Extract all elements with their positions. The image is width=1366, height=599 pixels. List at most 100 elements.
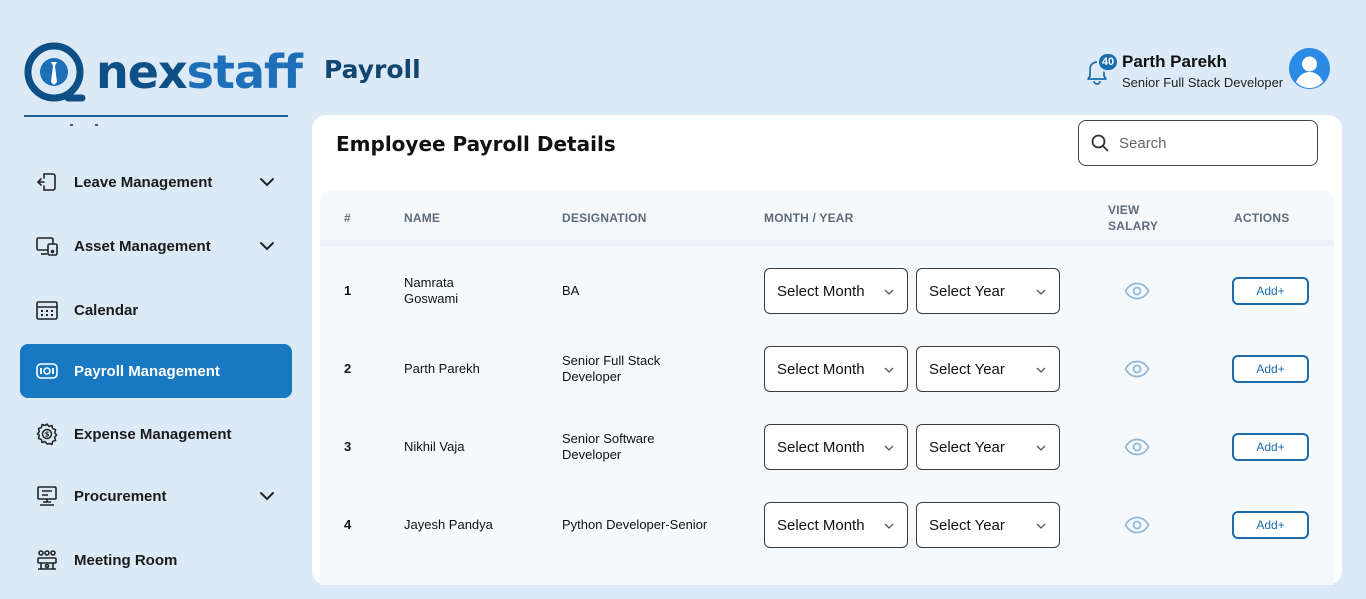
add-button[interactable]: Add+ — [1232, 277, 1309, 305]
user-name: Parth Parekh — [1122, 52, 1227, 71]
column-header-name: NAME — [404, 211, 441, 225]
year-select-value: Select Year — [929, 438, 1005, 456]
column-header-month-year: MONTH / YEAR — [764, 211, 854, 225]
chevron-down-icon — [1036, 445, 1046, 451]
chevron-down-icon[interactable] — [258, 237, 276, 255]
chevron-down-icon — [884, 367, 894, 373]
designation-line2: Developer — [562, 447, 622, 462]
view-salary-eye-icon[interactable] — [1124, 282, 1150, 300]
chevron-down-icon[interactable] — [258, 173, 276, 191]
year-select-value: Select Year — [929, 516, 1005, 534]
year-select-value: Select Year — [929, 282, 1005, 300]
add-button[interactable]: Add+ — [1232, 511, 1309, 539]
sidebar-item-label: Procurement — [74, 487, 167, 505]
year-select-value: Select Year — [929, 360, 1005, 378]
sidebar-item-label: Meeting Room — [74, 551, 178, 569]
add-button[interactable]: Add+ — [1232, 355, 1309, 383]
chevron-down-icon — [884, 445, 894, 451]
sidebar-item-procurement[interactable]: Procurement — [20, 469, 292, 523]
sidebar-item-calendar[interactable]: Calendar — [20, 283, 292, 337]
sidebar-item-asset-management[interactable]: Asset Management — [20, 219, 292, 273]
month-select-value: Select Month — [777, 282, 865, 300]
table-header: # NAME DESIGNATION MONTH / YEAR VIEW SAL… — [320, 190, 1334, 246]
row-index: 4 — [344, 517, 352, 532]
designation: BA — [562, 283, 580, 298]
row-index: 2 — [344, 361, 352, 376]
table-row: 1 Namrata Goswami BA Select Month Select… — [320, 252, 1334, 330]
user-role: Senior Full Stack Developer — [1122, 75, 1284, 90]
month-select[interactable]: Select Month — [764, 346, 908, 392]
column-header-designation: DESIGNATION — [562, 211, 647, 225]
employee-name-line1: Namrata — [404, 275, 454, 290]
calendar-icon — [35, 298, 59, 322]
sidebar-item-label: Payroll Management — [74, 362, 220, 380]
logo-mark-icon — [24, 42, 86, 102]
devices-icon — [35, 234, 59, 258]
sidebar-item-label: Calendar — [74, 301, 139, 319]
column-header-view-salary-line1: VIEW — [1108, 203, 1140, 217]
chevron-down-icon[interactable] — [258, 487, 276, 505]
sidebar-item-label: Expense Management — [74, 425, 232, 443]
sidebar-item-meeting-room[interactable]: Meeting Room — [20, 533, 292, 587]
expense-gear-icon: $ — [35, 422, 59, 446]
nexstaff-logo[interactable]: nexstaff — [24, 40, 303, 104]
designation: Senior Software Developer — [562, 431, 655, 463]
year-select[interactable]: Select Year — [916, 502, 1060, 548]
procurement-icon — [35, 484, 59, 508]
svg-text:$: $ — [45, 431, 50, 439]
sidebar-item-label: Asset Management — [74, 237, 211, 255]
month-select-value: Select Month — [777, 438, 865, 456]
table-row: 2 Parth Parekh Senior Full Stack Develop… — [320, 330, 1334, 408]
notification-count-badge: 40 — [1097, 52, 1119, 72]
year-select[interactable]: Select Year — [916, 424, 1060, 470]
table-row: 4 Jayesh Pandya Python Developer-Senior … — [320, 486, 1334, 564]
chevron-down-icon — [884, 523, 894, 529]
row-index: 3 — [344, 439, 352, 454]
column-header-actions: ACTIONS — [1234, 211, 1290, 225]
search-icon — [1091, 134, 1109, 152]
month-select[interactable]: Select Month — [764, 424, 908, 470]
view-salary-eye-icon[interactable] — [1124, 438, 1150, 456]
scroll-hint-dots — [70, 124, 130, 128]
designation-line2: Developer — [562, 369, 622, 384]
payroll-icon — [35, 359, 59, 383]
chevron-down-icon — [1036, 289, 1046, 295]
payroll-card: Employee Payroll Details # NAME DESIGNAT… — [312, 115, 1342, 585]
search-input[interactable] — [1119, 134, 1299, 152]
chevron-down-icon — [1036, 523, 1046, 529]
month-select-value: Select Month — [777, 360, 865, 378]
column-header-view-salary-line2: SALARY — [1108, 219, 1159, 233]
designation-line1: Senior Full Stack — [562, 353, 661, 368]
table-row: 3 Nikhil Vaja Senior Software Developer … — [320, 408, 1334, 486]
employee-name: Jayesh Pandya — [404, 517, 493, 532]
payroll-table: # NAME DESIGNATION MONTH / YEAR VIEW SAL… — [320, 190, 1334, 585]
month-select[interactable]: Select Month — [764, 502, 908, 548]
meeting-room-icon — [35, 548, 59, 572]
employee-name: Nikhil Vaja — [404, 439, 465, 454]
employee-name: Parth Parekh — [404, 361, 480, 376]
month-select[interactable]: Select Month — [764, 268, 908, 314]
year-select[interactable]: Select Year — [916, 346, 1060, 392]
view-salary-eye-icon[interactable] — [1124, 360, 1150, 378]
employee-name: Namrata Goswami — [404, 275, 458, 307]
view-salary-eye-icon[interactable] — [1124, 516, 1150, 534]
chevron-down-icon — [884, 289, 894, 295]
chevron-down-icon — [1036, 367, 1046, 373]
add-button[interactable]: Add+ — [1232, 433, 1309, 461]
avatar[interactable] — [1289, 48, 1330, 89]
logo-text: nexstaff — [96, 45, 303, 99]
sidebar-item-leave-management[interactable]: Leave Management — [20, 155, 292, 209]
row-index: 1 — [344, 283, 352, 298]
year-select[interactable]: Select Year — [916, 268, 1060, 314]
designation-line1: Senior Software — [562, 431, 655, 446]
logout-icon — [35, 170, 59, 194]
month-select-value: Select Month — [777, 516, 865, 534]
sidebar-item-expense-management[interactable]: $ Expense Management — [20, 407, 292, 461]
designation: Senior Full Stack Developer — [562, 353, 660, 385]
sidebar-item-label: Leave Management — [74, 173, 213, 191]
page-title: Payroll — [324, 55, 421, 84]
logo-divider — [24, 115, 288, 117]
search-box[interactable] — [1078, 120, 1318, 166]
designation: Python Developer-Senior — [562, 517, 708, 532]
sidebar-item-payroll-management[interactable]: Payroll Management — [20, 344, 292, 398]
